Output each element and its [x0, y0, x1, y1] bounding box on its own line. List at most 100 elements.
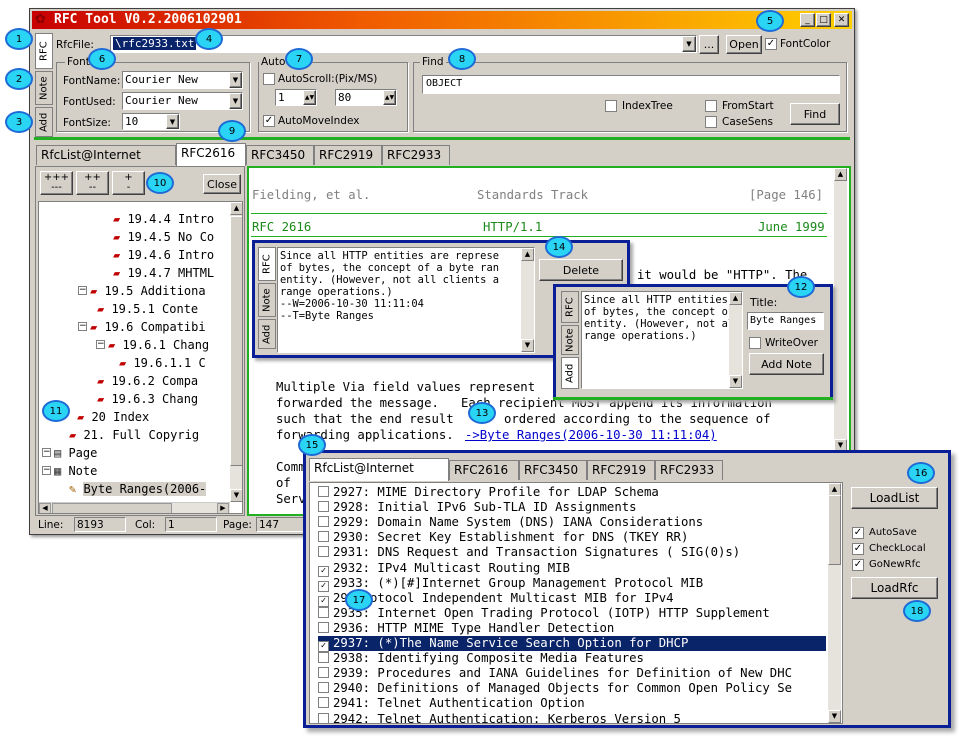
loadrfc-button[interactable]: LoadRfc	[851, 577, 938, 599]
rfc-checkbox[interactable]	[318, 682, 329, 694]
tree-close-button[interactable]: Close	[203, 174, 241, 194]
tab-rfc2933[interactable]: RFC2933	[382, 145, 450, 165]
fontname-select[interactable]: Courier New ▼	[122, 71, 243, 89]
chevron-down-icon[interactable]: ▼	[229, 93, 242, 109]
tab-rfc2919[interactable]: RFC2919	[587, 460, 655, 480]
side-tab-add[interactable]: Add	[35, 107, 53, 137]
tree-item[interactable]: ▤ Page	[54, 446, 97, 460]
tab-rfc3450[interactable]: RFC3450	[519, 460, 587, 480]
scroll-down-icon[interactable]: ▼	[828, 710, 841, 723]
tab-rfc2616[interactable]: RFC2616	[449, 460, 519, 480]
tree-item[interactable]: ▰ 19.6 Compatibi	[90, 320, 206, 334]
tree-item[interactable]: ▰ 19.6.2 Compa	[97, 374, 198, 388]
add-side-tab-note[interactable]: Note	[561, 325, 579, 355]
automoveindex-checkbox[interactable]: ✓	[263, 115, 275, 127]
tree-expander-icon[interactable]: −	[42, 466, 51, 475]
rfc-list-item[interactable]: 2927: MIME Directory Profile for LDAP Sc…	[318, 485, 659, 500]
rfc-list-item[interactable]: ✓ 2932: IPv4 Multicast Routing MIB	[318, 561, 570, 577]
rfc-checkbox[interactable]	[318, 621, 329, 633]
checklocal-checkbox[interactable]: ✓	[852, 543, 864, 555]
browse-button[interactable]: ...	[699, 35, 719, 54]
rfc-list-item[interactable]: ✓ 2933: (*)[#]Internet Group Management P…	[318, 576, 703, 592]
scroll-down-icon[interactable]: ▼	[230, 489, 242, 502]
scroll-a-spinner[interactable]: 1 ▲▼	[275, 89, 317, 106]
tree-item[interactable]: ▰ 19.5 Additiona	[90, 284, 206, 298]
expand-all-button[interactable]: +++ ---	[40, 171, 73, 195]
scroll-right-icon[interactable]: ▶	[217, 503, 229, 513]
rfc-list-item[interactable]: 2930: Secret Key Establishment for DNS (…	[318, 530, 688, 545]
scroll-up-icon[interactable]: ▲	[230, 202, 242, 215]
rfc-checkbox[interactable]	[318, 546, 329, 558]
chevron-down-icon[interactable]: ▼	[229, 72, 242, 88]
rfc-checkbox[interactable]	[318, 652, 329, 664]
tab-rfc2919[interactable]: RFC2919	[314, 145, 382, 165]
rfc-checkbox[interactable]	[318, 501, 329, 513]
scroll-up-icon[interactable]: ▲	[729, 292, 742, 305]
note-scrollbar[interactable]: ▲ ▼	[521, 248, 534, 352]
note-text-area[interactable]: Since all HTTP entities are represe of b…	[277, 247, 535, 353]
scroll-left-icon[interactable]: ◀	[39, 503, 51, 513]
rfc-list-item[interactable]: 2929: Domain Name System (DNS) IANA Cons…	[318, 515, 703, 530]
tree-expander-icon[interactable]: −	[78, 322, 87, 331]
tree-scrollbar[interactable]: ▲ ▼	[230, 202, 242, 502]
rfc-checkbox[interactable]	[318, 516, 329, 528]
rfc-list-item[interactable]: 2938: Identifying Composite Media Featur…	[318, 651, 644, 666]
rfc-list-item[interactable]: 2941: Telnet Authentication Option	[318, 696, 585, 711]
loadlist-button[interactable]: LoadList	[851, 487, 938, 509]
close-window-button[interactable]: ✕	[834, 13, 849, 27]
rfc-list-item[interactable]: 2935: Internet Open Trading Protocol (IO…	[318, 606, 770, 621]
tree-item[interactable]: ▰ 19.6.1.1 C	[119, 356, 206, 370]
tab-rfc3450[interactable]: RFC3450	[246, 145, 314, 165]
autoscroll-checkbox[interactable]	[263, 73, 275, 85]
tree-view[interactable]: ▰ 19.4.4 Intro ▰ 19.4.5 No Co ▰ 19.4.6 Int…	[38, 201, 243, 514]
tree-hscrollbar[interactable]: ◀ ▶	[39, 502, 230, 513]
rfc-list-item[interactable]: 2931: DNS Request and Transaction Signat…	[318, 545, 740, 560]
gonewrfc-checkbox[interactable]: ✓	[852, 559, 864, 571]
scroll-up-icon[interactable]: ▲	[834, 168, 847, 181]
tree-item[interactable]: ▰ 19.4.7 MHTML	[113, 266, 214, 280]
note-link[interactable]: ->Byte Ranges(2006-10-30 11:11:04)	[465, 428, 717, 442]
note-side-tab-rfc[interactable]: RFC	[258, 247, 276, 281]
rfc-list-item[interactable]: 2939: Procedures and IANA Guidelines for…	[318, 666, 792, 681]
casesens-checkbox[interactable]	[705, 116, 717, 128]
spinner-arrows-icon[interactable]: ▲▼	[303, 90, 316, 105]
note-side-tab-add[interactable]: Add	[258, 319, 276, 349]
tree-item-note-selected[interactable]: ✎ Byte Ranges(2006-	[69, 482, 207, 496]
tab-rfclist[interactable]: RfcList@Internet	[36, 145, 176, 165]
fontused-select[interactable]: Courier New ▼	[122, 92, 243, 110]
rfc-list-item[interactable]: ✓ 2937: (*)The Name Service Search Option…	[318, 636, 826, 652]
add-text-area[interactable]: Since all HTTP entities of bytes, the co…	[581, 291, 743, 389]
tree-expander-icon[interactable]: −	[78, 286, 87, 295]
tree-item[interactable]: ▰ 19.5.1 Conte	[97, 302, 198, 316]
hscroll-thumb[interactable]	[52, 503, 172, 513]
rfclist-scrollbar[interactable]: ▲ ▼	[828, 483, 841, 723]
tree-item[interactable]: ▰ 19.6.1 Chang	[108, 338, 209, 352]
tree-expander-icon[interactable]: −	[96, 340, 105, 349]
tab-rfclist-active[interactable]: RfcList@Internet	[309, 458, 449, 481]
rfc-list-item[interactable]: 2936: HTTP MIME Type Handler Detection	[318, 621, 614, 636]
tab-rfc2933[interactable]: RFC2933	[655, 460, 723, 480]
rfc-checkbox[interactable]	[318, 606, 329, 618]
delete-button[interactable]: Delete	[539, 259, 623, 281]
tree-item[interactable]: ▰ 20 Index	[77, 410, 149, 424]
tree-item[interactable]: ▰ 19.4.6 Intro	[113, 248, 214, 262]
scroll-down-icon[interactable]: ▼	[729, 375, 742, 388]
scroll-down-icon[interactable]: ▼	[521, 339, 534, 352]
note-side-tab-note[interactable]: Note	[258, 283, 276, 317]
tree-item[interactable]: ▰ 19.4.5 No Co	[113, 230, 214, 244]
writeover-checkbox[interactable]	[749, 337, 761, 349]
rfc-checkbox[interactable]	[318, 667, 329, 679]
find-input[interactable]: OBJECT	[422, 75, 840, 94]
find-button[interactable]: Find	[790, 103, 840, 125]
tree-item[interactable]: ▰ 21. Full Copyrig	[69, 428, 199, 442]
minimize-button[interactable]: _	[800, 13, 815, 27]
rfc-list[interactable]: 2927: MIME Directory Profile for LDAP Sc…	[309, 482, 843, 724]
add-side-tab-add[interactable]: Add	[561, 357, 579, 389]
autosave-checkbox[interactable]: ✓	[852, 527, 864, 539]
open-button[interactable]: Open	[726, 35, 762, 54]
scroll-b-spinner[interactable]: 80 ▲▼	[335, 89, 397, 106]
rfc-checkbox[interactable]	[318, 531, 329, 543]
tree-item[interactable]: ▰ 19.6.3 Chang	[97, 392, 198, 406]
indextree-checkbox[interactable]	[605, 100, 617, 112]
scroll-thumb[interactable]	[828, 495, 841, 565]
